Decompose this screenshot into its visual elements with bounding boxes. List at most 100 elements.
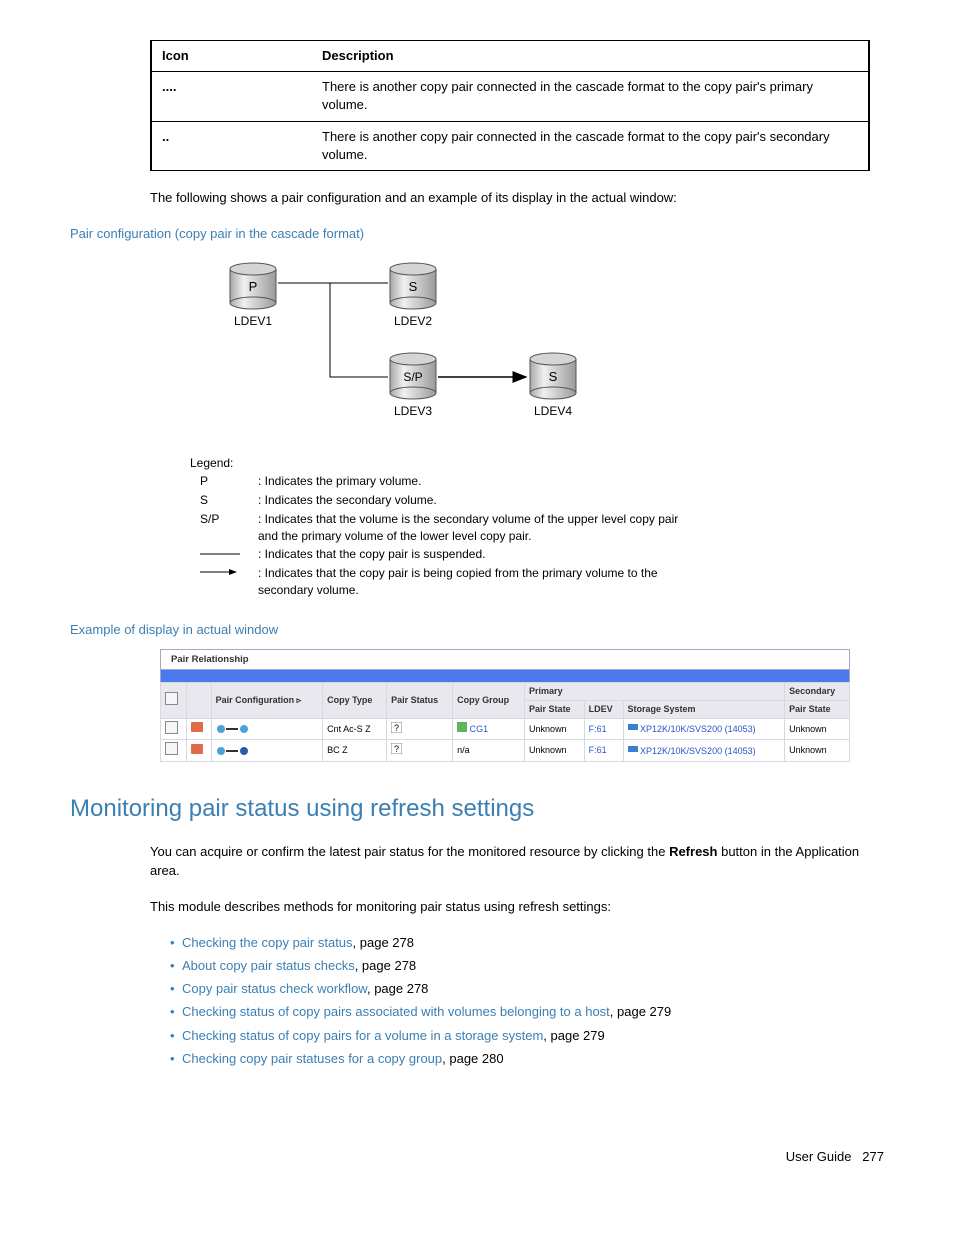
svg-text:?: ?	[394, 723, 399, 733]
cell-copytype: Cnt Ac-S Z	[323, 718, 387, 740]
cell-pairstatus: ?	[387, 740, 453, 762]
svg-text:S/P: S/P	[403, 370, 422, 384]
list-item: Copy pair status check workflow, page 27…	[170, 980, 884, 998]
figure-caption-2: Example of display in actual window	[70, 621, 884, 639]
svg-text:LDEV1: LDEV1	[234, 314, 272, 328]
storage-icon	[628, 722, 638, 732]
cascade-diagram: P LDEV1 S LDEV2 S/P LDEV3 S LDEV4	[170, 253, 884, 601]
cell-ldev[interactable]: F:61	[584, 740, 623, 762]
icon-description-table: Icon Description .... There is another c…	[150, 40, 870, 171]
legend-val: : Indicates that the volume is the secon…	[250, 511, 706, 545]
col-secondary: Secondary	[785, 683, 850, 701]
col-checkbox	[161, 683, 187, 718]
row-icon	[186, 718, 211, 740]
col-pairstate[interactable]: Pair State	[525, 700, 585, 718]
svg-text:S: S	[409, 279, 418, 294]
page-ref: , page 278	[367, 981, 428, 996]
page-footer: User Guide 277	[70, 1148, 884, 1166]
window-title: Pair Relationship	[160, 649, 850, 669]
text: You can acquire or confirm the latest pa…	[150, 844, 669, 859]
list-item: Checking status of copy pairs associated…	[170, 1003, 884, 1021]
cell-sec-pairstate: Unknown	[785, 740, 850, 762]
col-ldev[interactable]: LDEV	[584, 700, 623, 718]
col-copygroup[interactable]: Copy Group	[453, 683, 525, 718]
legend-val: : Indicates that the copy pair is being …	[250, 565, 706, 599]
list-item: About copy pair status checks, page 278	[170, 957, 884, 975]
row-icon	[186, 740, 211, 762]
col-sec-pairstate[interactable]: Pair State	[785, 700, 850, 718]
col-copytype[interactable]: Copy Type	[323, 683, 387, 718]
desc-cell: There is another copy pair connected in …	[312, 72, 869, 121]
grid-row: BC Z ? n/a Unknown F:61 XP12K/10K/SVS200…	[161, 740, 850, 762]
legend-line-icon	[192, 546, 248, 563]
table-row: .. There is another copy pair connected …	[151, 121, 869, 170]
figure-caption-1: Pair configuration (copy pair in the cas…	[70, 225, 884, 243]
list-item: Checking the copy pair status, page 278	[170, 934, 884, 952]
page-ref: , page 280	[442, 1051, 503, 1066]
row-checkbox[interactable]	[165, 742, 178, 755]
grid-row: Cnt Ac-S Z ? CG1 Unknown F:61 XP12K/10K/…	[161, 718, 850, 740]
checkbox-icon[interactable]	[165, 692, 178, 705]
cell-storage[interactable]: XP12K/10K/SVS200 (14053)	[623, 740, 785, 762]
refresh-label: Refresh	[669, 844, 717, 859]
legend-key: P	[192, 473, 248, 490]
svg-text:LDEV4: LDEV4	[534, 404, 572, 418]
desc-cell: There is another copy pair connected in …	[312, 121, 869, 170]
cell-ldev[interactable]: F:61	[584, 718, 623, 740]
section-para-1: You can acquire or confirm the latest pa…	[150, 843, 870, 879]
sort-icon: ▹	[297, 695, 302, 705]
page-ref: , page 279	[543, 1028, 604, 1043]
svg-text:S: S	[549, 369, 558, 384]
xref-link[interactable]: Checking status of copy pairs associated…	[182, 1004, 610, 1019]
svg-text:?: ?	[394, 744, 399, 754]
xref-link[interactable]: About copy pair status checks	[182, 958, 355, 973]
legend-val: : Indicates that the copy pair is suspen…	[250, 546, 706, 563]
svg-text:LDEV2: LDEV2	[394, 314, 432, 328]
page-number: 277	[862, 1149, 884, 1164]
col-primary: Primary	[525, 683, 785, 701]
list-item: Checking copy pair statuses for a copy g…	[170, 1050, 884, 1068]
legend-title: Legend:	[190, 455, 884, 472]
status-unknown-icon: ?	[391, 722, 402, 733]
pair-shape-icon	[216, 746, 250, 756]
col-pairconf[interactable]: Pair Configuration ▹	[211, 683, 322, 718]
cell-pairconf[interactable]	[211, 740, 322, 762]
cell-copygroup[interactable]: CG1	[453, 718, 525, 740]
section-heading: Monitoring pair status using refresh set…	[70, 792, 884, 826]
xref-link[interactable]: Checking status of copy pairs for a volu…	[182, 1028, 543, 1043]
col-storage[interactable]: Storage System	[623, 700, 785, 718]
icon-cell: ..	[151, 121, 312, 170]
cell-pairstate: Unknown	[525, 718, 585, 740]
legend-arrow-icon	[192, 565, 248, 599]
pair-relationship-window: Pair Relationship Pair Configuration ▹ C…	[160, 649, 850, 762]
copygroup-icon	[457, 722, 467, 732]
window-blue-bar	[160, 669, 850, 682]
cell-sec-pairstate: Unknown	[785, 718, 850, 740]
legend-key: S/P	[192, 511, 248, 545]
list-item: Checking status of copy pairs for a volu…	[170, 1027, 884, 1045]
icon-cell: ....	[151, 72, 312, 121]
intro-paragraph: The following shows a pair configuration…	[150, 189, 870, 207]
row-checkbox[interactable]	[165, 721, 178, 734]
xref-link[interactable]: Copy pair status check workflow	[182, 981, 367, 996]
section-para-2: This module describes methods for monito…	[150, 898, 870, 916]
legend-val: : Indicates the primary volume.	[250, 473, 706, 490]
status-unknown-icon: ?	[391, 743, 402, 754]
th-desc: Description	[312, 41, 869, 72]
table-row: .... There is another copy pair connecte…	[151, 72, 869, 121]
col-icon	[186, 683, 211, 718]
legend-val: : Indicates the secondary volume.	[250, 492, 706, 509]
storage-icon	[628, 744, 638, 754]
cell-pairstate: Unknown	[525, 740, 585, 762]
cell-storage[interactable]: XP12K/10K/SVS200 (14053)	[623, 718, 785, 740]
cell-pairconf[interactable]	[211, 718, 322, 740]
cell-copygroup: n/a	[453, 740, 525, 762]
pair-shape-icon	[216, 724, 250, 734]
xref-link[interactable]: Checking copy pair statuses for a copy g…	[182, 1051, 442, 1066]
legend-key: S	[192, 492, 248, 509]
svg-text:P: P	[249, 279, 258, 294]
xref-link[interactable]: Checking the copy pair status	[182, 935, 353, 950]
pair-relationship-grid: Pair Configuration ▹ Copy Type Pair Stat…	[160, 682, 850, 761]
col-pairstatus[interactable]: Pair Status	[387, 683, 453, 718]
page-ref: , page 279	[610, 1004, 671, 1019]
